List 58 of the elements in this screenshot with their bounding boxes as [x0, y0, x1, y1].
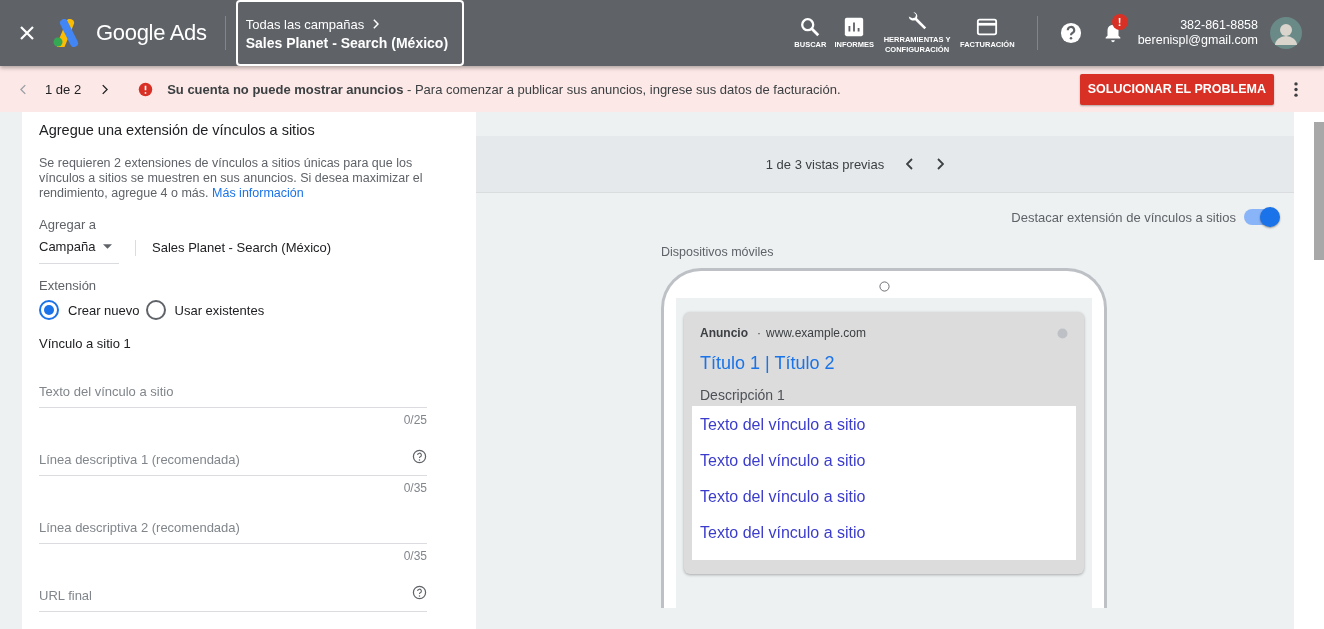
notification-badge: !	[1111, 14, 1128, 30]
character-counter: 0/35	[402, 481, 427, 495]
help-icon[interactable]	[1059, 22, 1082, 44]
radio-option[interactable]: Usar existentes	[145, 300, 265, 320]
sitelink[interactable]: Texto del vínculo a sitio	[700, 452, 1068, 488]
scrollbar-thumb[interactable]	[1314, 122, 1324, 260]
description-text: Se requieren 2 extensiones de vínculos a sitios únicas para que los vínculos a sitios se muestren en sus anuncios. Si desea maximizar el rendimiento, agregue 4 o más. Más información	[39, 156, 424, 201]
add-to-label: Agregar a	[39, 217, 98, 232]
help-icon[interactable]	[412, 449, 427, 464]
section-title: Vínculo a sitio 1	[39, 336, 132, 351]
sitelink[interactable]: Texto del vínculo a sitio	[700, 524, 1068, 560]
level-dropdown[interactable]: Campaña	[39, 239, 119, 264]
account-phone: 382-861-8858	[1180, 18, 1258, 33]
sitelink[interactable]: Texto del vínculo a sitio	[700, 488, 1068, 524]
help-icon[interactable]	[412, 585, 427, 600]
sitelink[interactable]: Texto del vínculo a sitio	[700, 416, 1068, 452]
alert-message: Su cuenta no puede mostrar anuncios - Para comenzar a publicar sus anuncios, ingrese sus datos de facturación.	[167, 81, 841, 97]
error-icon	[138, 81, 154, 97]
character-counter: 0/35	[402, 549, 427, 563]
product-name: Google Ads	[96, 20, 207, 46]
ad-description: Descripción 1	[699, 387, 786, 403]
search-icon	[799, 16, 822, 38]
avatar-icon[interactable]	[1270, 17, 1302, 49]
credit-card-icon	[976, 16, 999, 38]
fix-problem-button[interactable]: SOLUCIONAR EL PROBLEMA	[1079, 73, 1274, 105]
separator-dot: ·	[757, 326, 761, 340]
campaign-name: Sales Planet - Search (México)	[152, 240, 332, 255]
radio-option[interactable]: Crear nuevo	[39, 300, 140, 320]
camera-icon	[878, 281, 890, 292]
input-field[interactable]: Línea descriptiva 1 (recomendada)	[39, 443, 427, 476]
more-options-icon[interactable]	[1294, 81, 1298, 97]
chevron-right-icon[interactable]	[101, 83, 109, 95]
campaign-selector[interactable]: Todas las campañas Sales Planet - Search (México)	[235, 0, 465, 66]
ad-headline: Título 1 | Título 2	[699, 353, 836, 374]
campaign-name: Sales Planet - Search (México)	[245, 34, 449, 51]
account-email: berenispl@gmail.com	[1137, 33, 1258, 48]
form-title: Agregue una extensión de vínculos a sitios	[39, 122, 316, 138]
close-icon[interactable]	[20, 26, 34, 40]
device-label: Dispositivos móviles	[661, 245, 775, 259]
input-field[interactable]: Línea descriptiva 2 (recomendada)	[39, 511, 427, 544]
preview-pager: 1 de 3 vistas previas	[765, 156, 885, 172]
extension-label: Extensión	[39, 278, 98, 293]
ad-label: Anuncio	[700, 326, 748, 340]
chevron-right-icon[interactable]	[936, 158, 945, 170]
breadcrumb-text: Todas las campañas	[245, 16, 365, 32]
ad-url: www.example.com	[766, 326, 867, 340]
character-counter: 0/25	[402, 413, 427, 427]
alert-pager: 1 de 2	[45, 81, 82, 97]
dropdown-arrow-icon	[103, 244, 113, 249]
input-field[interactable]: Texto del vínculo a sitio	[39, 375, 427, 408]
chevron-right-icon	[372, 19, 380, 29]
info-icon	[1057, 327, 1068, 339]
chevron-left-icon[interactable]	[906, 158, 915, 170]
highlight-label: Destacar extensión de vínculos a sitios	[1011, 209, 1236, 225]
input-field[interactable]: URL final	[39, 579, 427, 612]
highlight-toggle[interactable]	[1244, 209, 1278, 225]
more-info-link[interactable]: Más información	[212, 186, 304, 200]
bar-chart-icon	[843, 16, 866, 38]
